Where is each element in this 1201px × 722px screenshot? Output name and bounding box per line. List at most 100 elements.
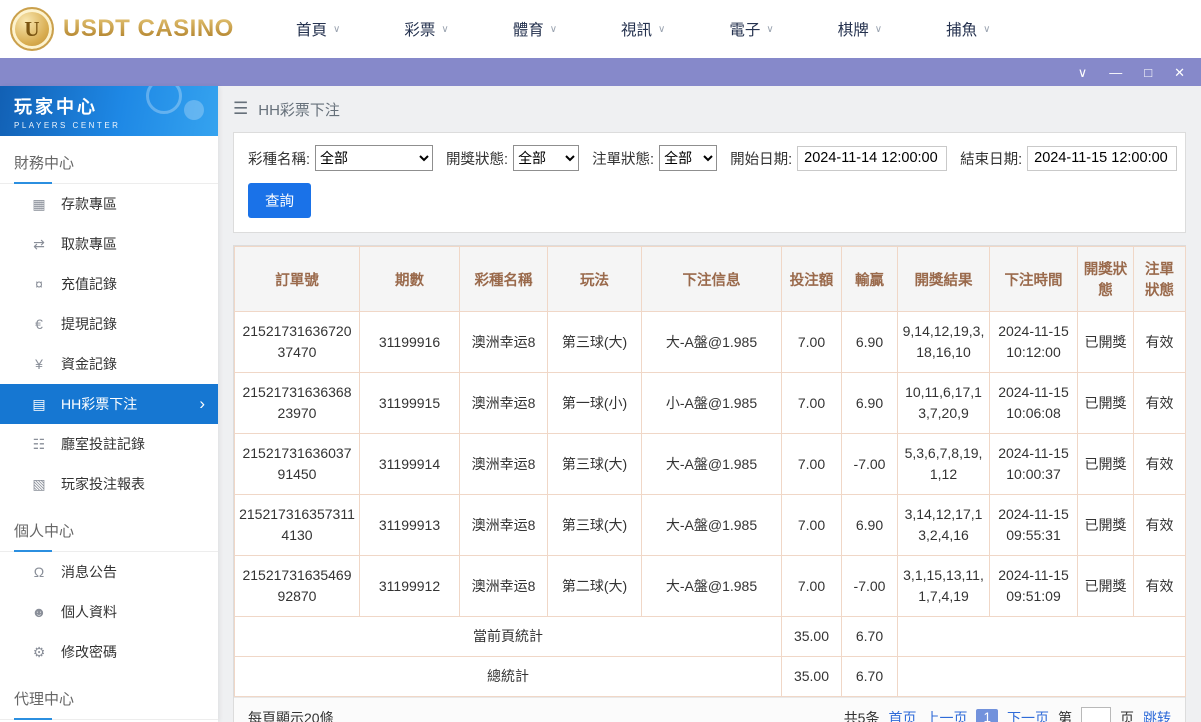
- nav-item-label: 體育: [512, 22, 544, 39]
- table-row: 2152173163573114130 31199913 澳洲幸运8 第三球(大) 大-…: [234, 494, 1186, 556]
- period-cell: 31199913: [359, 494, 460, 556]
- next-page-link[interactable]: 下一页: [1007, 708, 1049, 722]
- sidebar-item-label: 資金記錄: [61, 356, 117, 372]
- lottery-filter-select[interactable]: 全部: [315, 145, 434, 171]
- summary-bet-amount: 35.00: [781, 616, 842, 657]
- play-type-cell: 第二球(大): [547, 555, 642, 617]
- draw-status-cell: 已開獎: [1077, 433, 1134, 495]
- order-no-cell: 2152173163636823970: [234, 372, 360, 434]
- page-title-row: ☰ HH彩票下注: [233, 86, 1186, 132]
- chevron-down-icon: ∨: [658, 23, 666, 35]
- sidebar-header: 玩家中心 PLAYERS CENTER: [0, 86, 218, 136]
- transfer-icon: ⇄: [33, 235, 45, 252]
- report-icon: ▧: [32, 475, 46, 492]
- bet-amount-cell: 7.00: [781, 494, 842, 556]
- sidebar-item-withdraw[interactable]: ⇄ 取款專區: [0, 224, 218, 264]
- window-chevron-icon[interactable]: ∨: [1078, 66, 1088, 79]
- logo-coin-icon: U: [10, 7, 54, 51]
- nav-item-label: 視訊: [621, 22, 653, 39]
- nav-item-board-games[interactable]: 棋牌 ∨: [838, 18, 882, 40]
- order-no-cell: 2152173163603791450: [234, 433, 360, 495]
- page-title: HH彩票下注: [258, 101, 340, 119]
- win-loss-cell: -7.00: [841, 555, 898, 617]
- current-page[interactable]: 1: [976, 709, 998, 722]
- cash-icon: €: [35, 316, 43, 332]
- table-panel: 訂單號 期數 彩種名稱 玩法 下注信息 投注額 輸贏 開獎結果 下注時間 開獎狀態 注單狀態 215…: [233, 245, 1186, 722]
- sidebar-section-title: 個人中心: [0, 504, 218, 552]
- jump-link[interactable]: 跳转: [1143, 708, 1171, 722]
- first-page-link[interactable]: 首页: [888, 708, 916, 722]
- window-close-button[interactable]: ✕: [1174, 66, 1185, 79]
- sidebar: 玩家中心 PLAYERS CENTER 財務中心 ▦ 存款專區 ⇄ 取款專區 ¤ 充值記錄 €…: [0, 86, 218, 722]
- end-date-input[interactable]: [1027, 145, 1178, 171]
- calendar-icon: ▦: [32, 195, 46, 212]
- main-nav: 首頁 ∨ 彩票 ∨ 體育 ∨ 視訊 ∨ 電子 ∨ 棋牌 ∨ 捕魚 ∨: [296, 18, 990, 40]
- page-size-text: 每頁顯示20條: [248, 709, 334, 722]
- decorative-circle: [184, 100, 204, 120]
- order-status-cell: 有效: [1133, 311, 1186, 373]
- play-type-cell: 第三球(大): [547, 494, 642, 556]
- sidebar-section-title: 代理中心: [0, 672, 218, 720]
- draw-result-cell: 5,3,6,7,8,19,1,12: [897, 433, 990, 495]
- window-maximize-button[interactable]: □: [1144, 66, 1152, 79]
- sidebar-menu: 財務中心 ▦ 存款專區 ⇄ 取款專區 ¤ 充值記錄 € 提現記錄 ¥ 資金記錄 ▤ HH彩票下注 › ☷ 廳室…: [0, 136, 218, 720]
- logo-text: USDT CASINO: [63, 15, 234, 42]
- jump-label-post: 页: [1120, 709, 1134, 722]
- chevron-down-icon: ∨: [549, 23, 558, 35]
- order-status-cell: 有效: [1133, 494, 1186, 556]
- gear-icon: ⚙: [32, 643, 46, 660]
- logo[interactable]: U USDT CASINO: [0, 7, 248, 51]
- sidebar-item-label: 提現記錄: [61, 316, 117, 332]
- lottery-name-header: 彩種名稱: [459, 246, 548, 312]
- nav-item-video[interactable]: 視訊 ∨: [621, 18, 665, 40]
- sidebar-item-recharge-record[interactable]: ¤ 充值記錄: [0, 264, 218, 304]
- sidebar-item-player-report[interactable]: ▧ 玩家投注報表: [0, 464, 218, 504]
- window-minimize-button[interactable]: —: [1109, 66, 1122, 79]
- start-date-input[interactable]: [797, 145, 948, 171]
- chevron-down-icon: ∨: [441, 23, 449, 35]
- bet-amount-header: 投注額: [781, 246, 842, 312]
- sidebar-item-change-password[interactable]: ⚙ 修改密碼: [0, 632, 218, 672]
- table-row: 2152173163672037470 31199916 澳洲幸运8 第三球(大) 大-…: [234, 311, 1186, 373]
- sidebar-item-hall-bet-record[interactable]: ☷ 廳室投註記錄: [0, 424, 218, 464]
- sidebar-item-announcements[interactable]: Ω 消息公告: [0, 552, 218, 592]
- bet-time-cell: 2024-11-15 09:55:31: [989, 494, 1078, 556]
- play-type-cell: 第三球(大): [547, 311, 642, 373]
- menu-toggle-icon[interactable]: ☰: [233, 99, 248, 119]
- nav-item-fishing[interactable]: 捕魚 ∨: [946, 18, 990, 40]
- top-navbar: U USDT CASINO 首頁 ∨ 彩票 ∨ 體育 ∨ 視訊 ∨ 電子 ∨ 棋牌 ∨ 捕魚 ∨: [0, 0, 1201, 58]
- period-cell: 31199916: [359, 311, 460, 373]
- draw-status-cell: 已開獎: [1077, 311, 1134, 373]
- bell-icon: Ω: [33, 564, 45, 580]
- prev-page-link[interactable]: 上一页: [925, 708, 967, 722]
- sidebar-subtitle: PLAYERS CENTER: [14, 121, 121, 130]
- nav-item-electronic[interactable]: 電子 ∨: [729, 18, 773, 40]
- ticket-icon: ▤: [32, 395, 46, 412]
- draw-result-header: 開獎結果: [897, 246, 990, 312]
- summary-empty: [897, 656, 1186, 697]
- nav-item-sports[interactable]: 體育 ∨: [513, 18, 557, 40]
- search-button[interactable]: 查詢: [248, 183, 311, 218]
- order-status-filter-select[interactable]: 全部: [659, 145, 718, 171]
- draw-result-cell: 3,1,15,13,11,1,7,4,19: [897, 555, 990, 617]
- nav-item-home[interactable]: 首頁 ∨: [296, 18, 340, 40]
- page-jump-input[interactable]: [1081, 707, 1111, 722]
- summary-bet-amount: 35.00: [781, 656, 842, 697]
- chevron-down-icon: ∨: [766, 23, 774, 35]
- sidebar-item-withdraw-record[interactable]: € 提現記錄: [0, 304, 218, 344]
- logo-letter: U: [24, 16, 40, 41]
- sidebar-item-profile[interactable]: ☻ 個人資料: [0, 592, 218, 632]
- lottery-name-cell: 澳洲幸运8: [459, 494, 548, 556]
- sidebar-item-label: 個人資料: [61, 604, 117, 620]
- draw-result-cell: 10,11,6,17,13,7,20,9: [897, 372, 990, 434]
- win-loss-header: 輸贏: [841, 246, 898, 312]
- user-icon: ☻: [31, 604, 47, 620]
- bet-info-cell: 大-A盤@1.985: [641, 311, 782, 373]
- sidebar-item-funds-record[interactable]: ¥ 資金記錄: [0, 344, 218, 384]
- sidebar-item-deposit[interactable]: ▦ 存款專區: [0, 184, 218, 224]
- draw-status-filter-select[interactable]: 全部: [513, 145, 580, 171]
- chevron-down-icon: ∨: [983, 23, 991, 35]
- sidebar-item-lottery-bets[interactable]: ▤ HH彩票下注 ›: [0, 384, 218, 424]
- main-content: ☰ HH彩票下注 彩種名稱: 全部 開獎狀態: 全部 注單狀態: 全部 開始日期…: [218, 86, 1201, 722]
- nav-item-lottery[interactable]: 彩票 ∨: [404, 18, 448, 40]
